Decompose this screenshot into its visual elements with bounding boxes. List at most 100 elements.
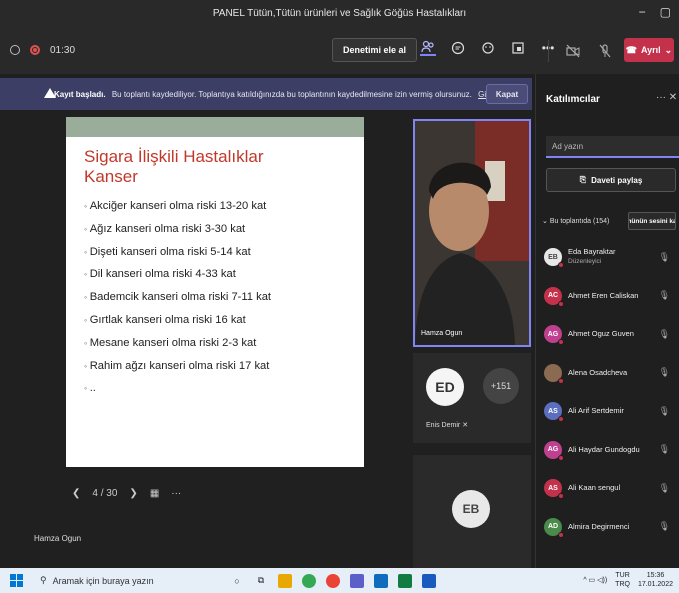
recording-banner: Kayıt başladı. Bu toplantı kaydediliyor.… bbox=[0, 78, 532, 110]
banner-text: Bu toplantı kaydediliyor. Toplantıya kat… bbox=[111, 89, 472, 99]
participant-name-wrap: Ali Haydar Gundogdu bbox=[568, 445, 640, 455]
slide-bullet: Bademcik kanseri olma riski 7-11 kat bbox=[84, 286, 364, 309]
slide-title-line1: Sigara İlişkili Hastalıklar bbox=[84, 147, 264, 166]
panel-more-icon[interactable]: ··· ✕ bbox=[656, 92, 677, 103]
meeting-status: 01:30 bbox=[10, 45, 75, 56]
avatar[interactable]: EB bbox=[452, 490, 490, 528]
slide-bullet: Mesane kanseri olma riski 2-3 kat bbox=[84, 332, 364, 355]
more-participants-button[interactable]: +151 bbox=[483, 368, 519, 404]
presence-badge bbox=[558, 493, 564, 500]
start-button[interactable] bbox=[6, 571, 26, 591]
taskbar-apps: ○ ⧉ bbox=[230, 573, 436, 588]
search-placeholder: Ad yazın bbox=[552, 142, 584, 151]
participant-row[interactable]: AS Ali Kaan sengul 🎙 bbox=[544, 469, 679, 508]
slide-bullet: Rahim ağzı kanseri olma riski 17 kat bbox=[84, 355, 364, 378]
slide-page: 4 / 30 bbox=[92, 488, 118, 499]
mic-off-icon[interactable]: 🎙 bbox=[659, 521, 670, 532]
participant-name: Ahmet Oguz Guven bbox=[568, 329, 634, 339]
word-icon[interactable] bbox=[422, 573, 436, 588]
participant-search-input[interactable]: Ad yazın bbox=[546, 136, 679, 158]
search-icon: ⚲ bbox=[40, 575, 47, 585]
clock[interactable]: 15:36 17.01.2022 bbox=[638, 571, 673, 589]
avatar bbox=[544, 363, 564, 384]
file-explorer-icon[interactable] bbox=[278, 573, 292, 588]
tray-icons[interactable]: ^ ▭ ◁)) bbox=[583, 576, 607, 584]
taskbar-search[interactable]: ⚲ Aramak için buraya yazın bbox=[40, 575, 220, 586]
mic-off-icon[interactable]: 🎙 bbox=[659, 444, 670, 455]
chevron-down-icon: ⌄ bbox=[664, 44, 673, 55]
participant-row[interactable]: AC Ahmet Eren Caliskan 🎙 bbox=[544, 277, 679, 316]
cortana-icon[interactable]: ○ bbox=[230, 574, 244, 588]
in-meeting-header[interactable]: ⌄ Bu toplantıda (154) bbox=[542, 217, 609, 225]
avatar: AS bbox=[544, 479, 564, 500]
minimize-button[interactable]: − bbox=[639, 5, 646, 19]
participant-row[interactable]: AG Ali Haydar Gundogdu 🎙 bbox=[544, 431, 679, 470]
share-icon: ⎘ bbox=[579, 175, 587, 184]
participant-row[interactable]: AD Almira Degirmenci 🎙 bbox=[544, 508, 679, 547]
mic-off-icon[interactable]: 🎙 bbox=[659, 329, 670, 340]
task-view-icon[interactable]: ⧉ bbox=[254, 574, 268, 588]
take-control-button[interactable]: Denetimi ele al bbox=[332, 38, 418, 62]
toolbar-icons: ••• bbox=[420, 40, 556, 56]
chrome-icon[interactable] bbox=[326, 573, 340, 588]
presenter-name: Hamza Ogun bbox=[34, 534, 82, 543]
participant-name-wrap: Alena Osadcheva bbox=[568, 368, 627, 378]
participant-row[interactable]: EB Eda Bayraktar Düzenleyici 🎙 bbox=[544, 238, 679, 277]
window-controls: − ▢ bbox=[639, 5, 671, 19]
participant-name: Ali Arif Sertdemir bbox=[568, 406, 624, 416]
maximize-button[interactable]: ▢ bbox=[660, 5, 671, 19]
reactions-icon[interactable] bbox=[480, 40, 496, 56]
chat-icon[interactable] bbox=[450, 40, 466, 56]
excel-icon[interactable] bbox=[398, 573, 412, 588]
keyboard-language[interactable]: TUR TRQ bbox=[615, 571, 630, 589]
warning-icon bbox=[44, 88, 56, 98]
participant-name-wrap: Eda Bayraktar Düzenleyici bbox=[568, 247, 616, 267]
clock-date: 17.01.2022 bbox=[637, 581, 673, 588]
video-tile-main[interactable]: Hamza Ogun bbox=[413, 119, 531, 347]
rooms-icon[interactable] bbox=[510, 40, 526, 56]
participant-name-wrap: Ahmet Oguz Guven bbox=[568, 329, 634, 339]
participant-row[interactable]: Alena Osadcheva 🎙 bbox=[544, 354, 679, 393]
camera-off-icon[interactable] bbox=[565, 43, 581, 59]
mute-all-button[interactable]: Tümünün sesini kapat bbox=[628, 212, 676, 230]
teams-window: PANEL Tütün,Tütün ürünleri ve Sağlık Göğ… bbox=[0, 0, 679, 593]
participant-role: Düzenleyici bbox=[568, 258, 602, 266]
banner-close-button[interactable]: Kapat bbox=[486, 84, 528, 104]
slide-grid-icon[interactable]: ▦ bbox=[150, 488, 159, 499]
share-invite-button[interactable]: ⎘ Daveti paylaş bbox=[546, 168, 676, 192]
participants-icon[interactable] bbox=[420, 40, 436, 56]
avatar[interactable]: ED bbox=[426, 368, 464, 406]
slide-more-icon[interactable]: ··· bbox=[171, 488, 181, 499]
presence-badge bbox=[558, 300, 564, 307]
mic-off-icon[interactable]: 🎙 bbox=[659, 252, 670, 263]
avatar: EB bbox=[544, 248, 564, 269]
slide-bullet: Akciğer kanseri olma riski 13-20 kat bbox=[84, 195, 364, 218]
teams-icon[interactable] bbox=[350, 573, 364, 588]
slide-title-line2: Kanser bbox=[84, 167, 138, 186]
participant-row[interactable]: AG Ahmet Oguz Guven 🎙 bbox=[544, 315, 679, 354]
language-line1: TUR bbox=[615, 572, 630, 579]
presence-badge bbox=[558, 339, 564, 346]
slide-title: Sigara İlişkili Hastalıklar Kanser bbox=[84, 147, 364, 187]
mic-off-icon[interactable]: 🎙 bbox=[659, 406, 670, 417]
panel-title: Katılımcılar bbox=[546, 94, 600, 105]
recording-icon bbox=[30, 45, 40, 55]
prev-slide-icon[interactable]: ❮ bbox=[72, 488, 80, 499]
edge-icon[interactable] bbox=[302, 573, 316, 588]
participant-name-wrap: Ali Kaan sengul bbox=[568, 483, 620, 493]
participant-row[interactable]: AS Ali Arif Sertdemir 🎙 bbox=[544, 392, 679, 431]
mic-off-icon[interactable]: 🎙 bbox=[659, 367, 670, 378]
webcam-feed bbox=[415, 121, 529, 345]
next-slide-icon[interactable]: ❯ bbox=[129, 488, 137, 499]
slide-bullet: Dil kanseri olma riski 4-33 kat bbox=[84, 263, 364, 286]
mic-off-icon[interactable]: 🎙 bbox=[659, 483, 670, 494]
mic-off-icon[interactable] bbox=[597, 43, 613, 59]
outlook-icon[interactable] bbox=[374, 573, 388, 588]
slide-bullets: Akciğer kanseri olma riski 13-20 kat Ağı… bbox=[84, 195, 364, 400]
leave-button[interactable]: ☎ Ayrıl ⌄ bbox=[624, 38, 674, 62]
avatar: AC bbox=[544, 286, 564, 307]
leave-label: Ayrıl bbox=[640, 45, 661, 55]
participant-name: Alena Osadcheva bbox=[568, 367, 628, 377]
taskbar-search-placeholder: Aramak için buraya yazın bbox=[52, 575, 154, 586]
mic-off-icon[interactable]: 🎙 bbox=[659, 290, 670, 301]
